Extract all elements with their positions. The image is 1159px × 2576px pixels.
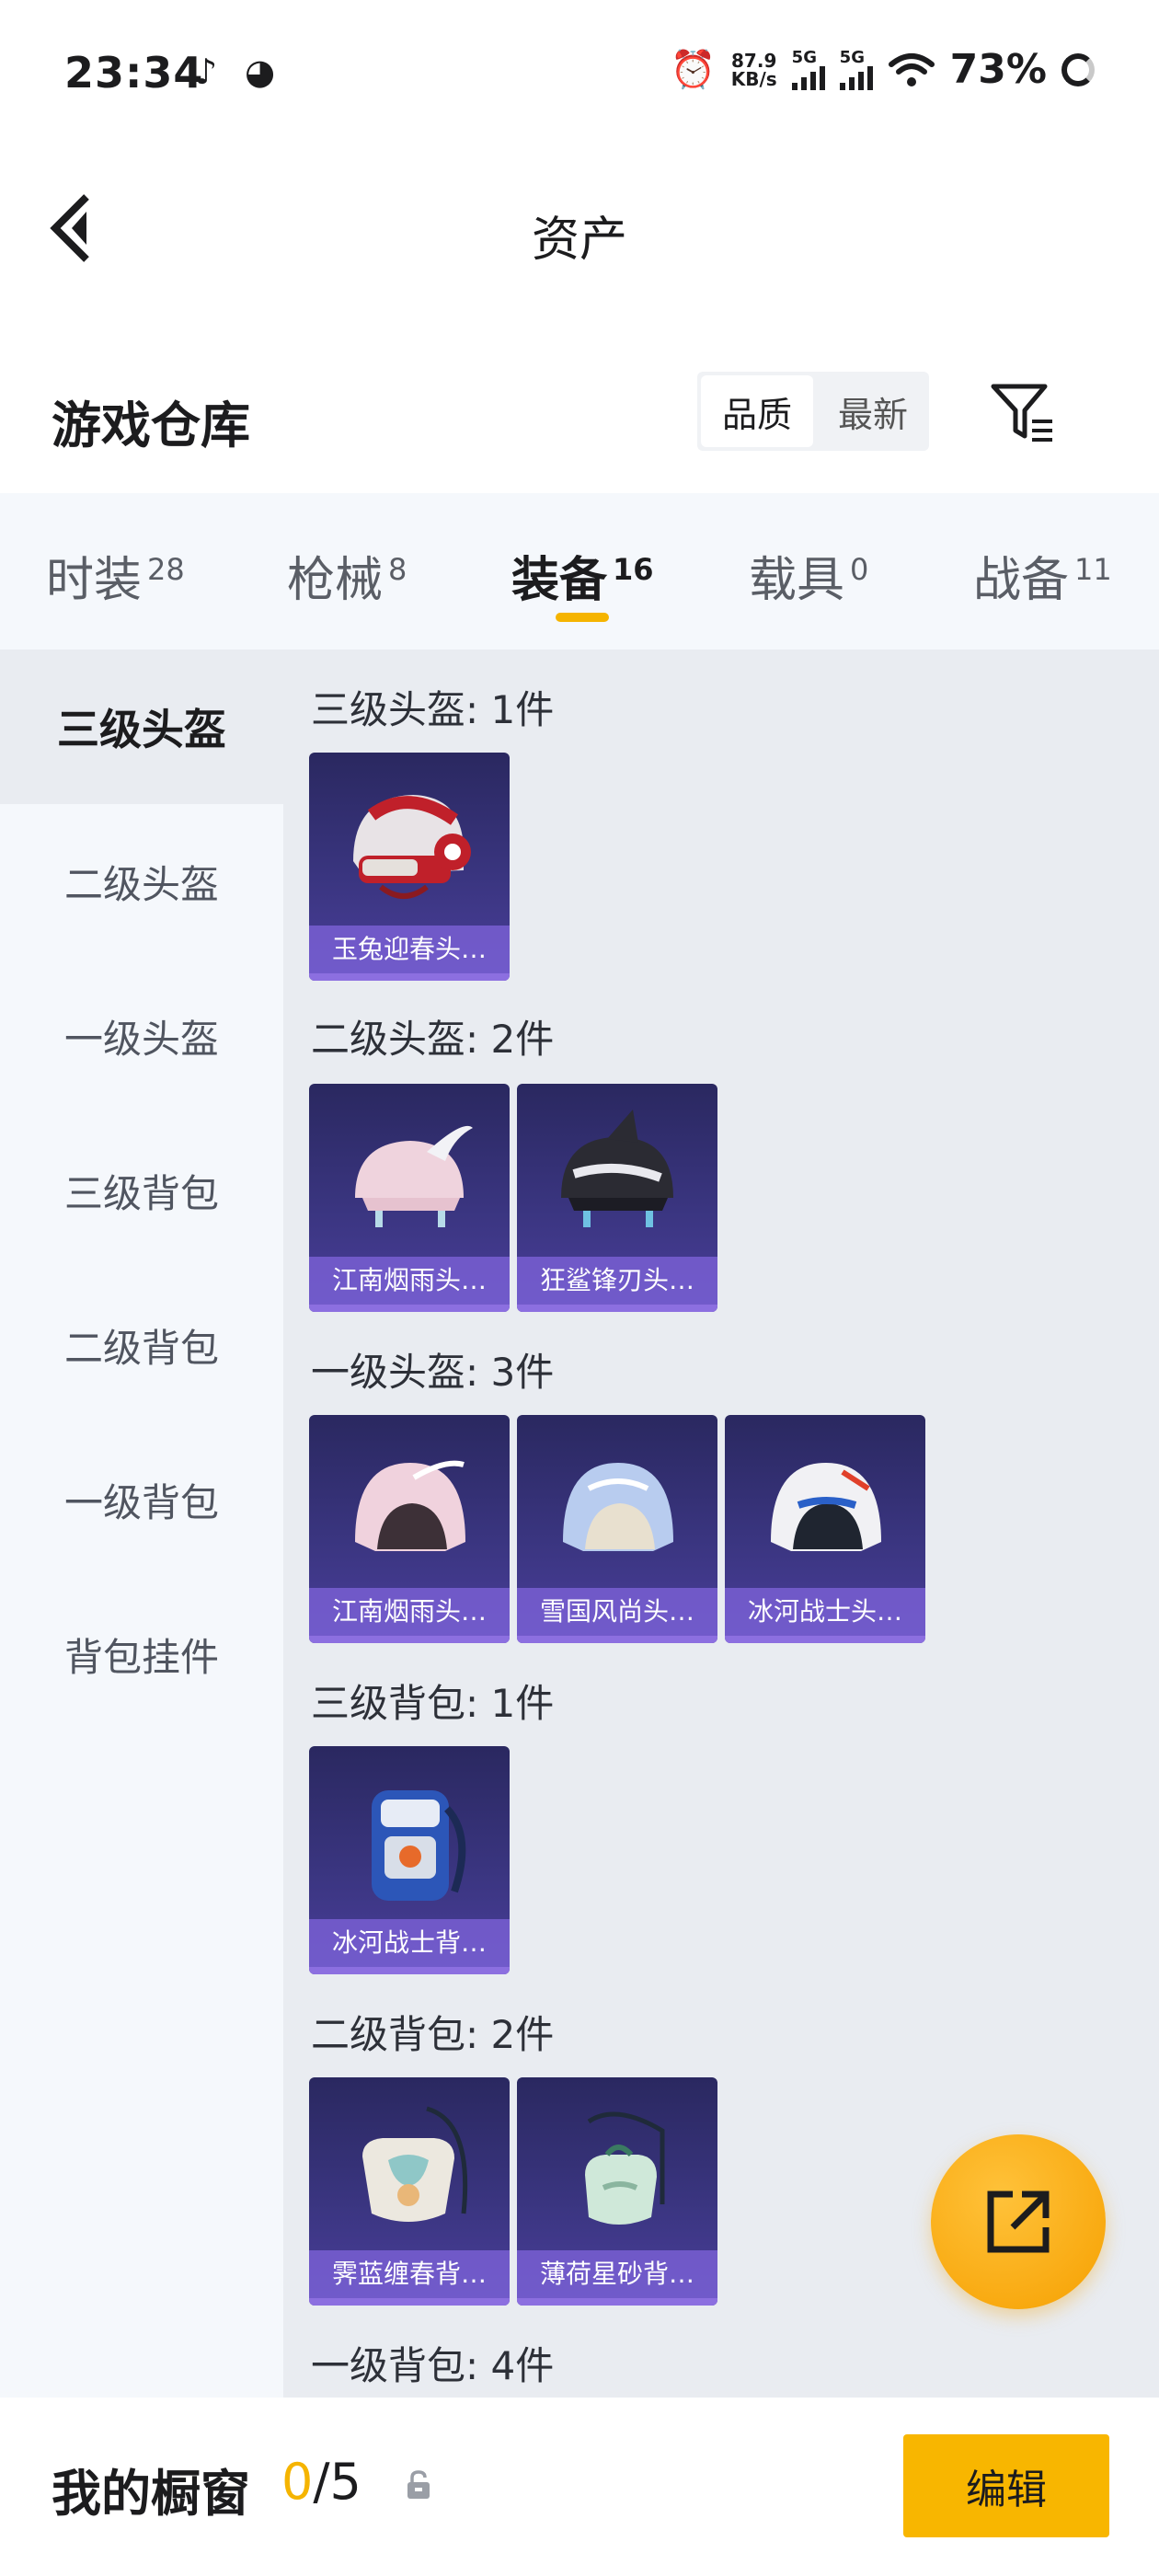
sort-toggle: 品质 最新 (697, 372, 929, 451)
edit-button[interactable]: 编辑 (903, 2434, 1109, 2537)
tab-label: 枪械 (287, 553, 384, 608)
net-speed-value: 87.9 (731, 49, 777, 72)
net-speed-unit: KB/s (730, 67, 777, 90)
item-name: 霁蓝缠春背… (309, 2250, 510, 2298)
item-name: 雪国风尚头… (517, 1588, 717, 1636)
group-label: 二级背包: 2件 (311, 2012, 555, 2057)
status-bar: 23:34 ♪ ◕ ⏰ 87.9 KB/s 5G 5G 73% (0, 0, 1159, 147)
page-title: 资产 (531, 213, 627, 268)
item-name: 冰河战士背… (309, 1919, 510, 1967)
tab-count: 16 (613, 551, 654, 587)
sidebar-item-level2-backpack[interactable]: 二级背包 (0, 1268, 283, 1422)
top-header: 资产 (0, 147, 1159, 304)
sidebar-item-level2-helmet[interactable]: 二级头盔 (0, 804, 283, 959)
showcase-count: 0/5 (281, 2453, 361, 2511)
bottom-bar: 我的橱窗 0/5 编辑 (0, 2398, 1159, 2576)
battery-icon (1061, 52, 1095, 86)
group-label: 一级背包: 4件 (311, 2343, 555, 2388)
tab-fashion[interactable]: 时装 28 (46, 541, 185, 610)
sidebar-item-level1-backpack[interactable]: 一级背包 (0, 1422, 283, 1577)
pink-helmet-icon (355, 1460, 465, 1551)
white-helmet-icon (771, 1463, 881, 1551)
tab-label: 载具 (749, 553, 845, 608)
active-tab-indicator (556, 613, 609, 622)
group-label: 三级背包: 1件 (311, 1681, 555, 1726)
section-title: 游戏仓库 (52, 397, 250, 454)
tab-count: 8 (388, 551, 407, 587)
white-backpack-icon (362, 2106, 468, 2222)
status-right: ⏰ 87.9 KB/s 5G 5G 73% (671, 46, 1095, 93)
blue-helmet-icon (563, 1463, 673, 1551)
signal-2: 5G (839, 47, 873, 90)
tab-label: 装备 (511, 553, 608, 608)
item-card[interactable]: 江南烟雨头… (309, 1084, 510, 1312)
item-name: 江南烟雨头… (309, 1588, 510, 1636)
item-card[interactable]: 冰河战士头… (725, 1415, 925, 1643)
showcase-count-total: /5 (313, 2453, 361, 2511)
signal-1: 5G (791, 47, 825, 90)
tab-count: 0 (850, 551, 869, 587)
showcase-label: 我的橱窗 (52, 2465, 250, 2523)
item-name: 薄荷星砂背… (517, 2250, 717, 2298)
sidebar-item-level3-backpack[interactable]: 三级背包 (0, 1113, 283, 1268)
item-card[interactable]: 江南烟雨头… (309, 1415, 510, 1643)
signal-bars-icon (839, 65, 873, 90)
filter-icon[interactable] (990, 383, 1056, 443)
sort-option-latest[interactable]: 最新 (817, 372, 929, 451)
battery-percent: 73% (949, 46, 1047, 93)
share-icon (987, 2191, 1050, 2253)
tab-supplies[interactable]: 战备 11 (973, 541, 1112, 610)
shark-helmet-icon (561, 1110, 673, 1227)
category-tabs: 时装 28 枪械 8 装备 16 载具 0 战备 11 (0, 493, 1159, 650)
tab-equipment[interactable]: 装备 16 (511, 541, 654, 610)
signal-2-label: 5G (839, 47, 865, 67)
item-card[interactable]: 狂鲨锋刃头… (517, 1084, 717, 1312)
status-app-icons: ♪ ◕ (195, 53, 281, 90)
tab-count: 28 (147, 551, 185, 587)
lock-icon (407, 2470, 430, 2499)
status-time: 23:34 (64, 48, 204, 98)
tab-vehicles[interactable]: 载具 0 (749, 541, 868, 610)
alarm-icon: ⏰ (670, 49, 717, 91)
tab-count: 11 (1074, 551, 1112, 587)
group-label: 三级头盔: 1件 (311, 687, 555, 732)
weibo-icon: ◕ (245, 52, 276, 92)
red-helmet-icon (353, 795, 471, 899)
sort-option-quality[interactable]: 品质 (701, 375, 813, 447)
blue-backpack-icon (372, 1790, 466, 1901)
item-card[interactable]: 薄荷星砂背… (517, 2077, 717, 2306)
item-card[interactable]: 玉兔迎春头… (309, 753, 510, 981)
net-speed: 87.9 KB/s (731, 52, 777, 88)
group-label: 一级头盔: 3件 (311, 1350, 555, 1395)
item-card[interactable]: 冰河战士背… (309, 1746, 510, 1974)
signal-1-label: 5G (791, 47, 817, 67)
signal-bars-icon (791, 65, 825, 90)
wifi-icon (888, 52, 935, 86)
share-fab-button[interactable] (931, 2134, 1106, 2309)
item-name: 江南烟雨头… (309, 1257, 510, 1305)
mint-backpack-icon (585, 2111, 665, 2225)
showcase-count-current: 0 (281, 2453, 314, 2511)
tab-weapons[interactable]: 枪械 8 (287, 541, 407, 610)
sidebar-item-level3-helmet[interactable]: 三级头盔 (0, 650, 283, 804)
sidebar-item-level1-helmet[interactable]: 一级头盔 (0, 959, 283, 1113)
pink-winged-helmet-icon (355, 1125, 473, 1227)
item-name: 冰河战士头… (725, 1588, 925, 1636)
item-card[interactable]: 雪国风尚头… (517, 1415, 717, 1643)
tab-label: 战备 (973, 553, 1070, 608)
item-name: 狂鲨锋刃头… (517, 1257, 717, 1305)
item-card[interactable]: 霁蓝缠春背… (309, 2077, 510, 2306)
tiktok-icon: ♪ (195, 52, 218, 92)
group-label: 二级头盔: 2件 (311, 1017, 555, 1062)
sidebar-item-backpack-charm[interactable]: 背包挂件 (0, 1577, 283, 1731)
sidebar: 三级头盔 二级头盔 一级头盔 三级背包 二级背包 一级背包 背包挂件 (0, 650, 283, 2398)
tab-label: 时装 (46, 553, 143, 608)
item-name: 玉兔迎春头… (309, 926, 510, 973)
